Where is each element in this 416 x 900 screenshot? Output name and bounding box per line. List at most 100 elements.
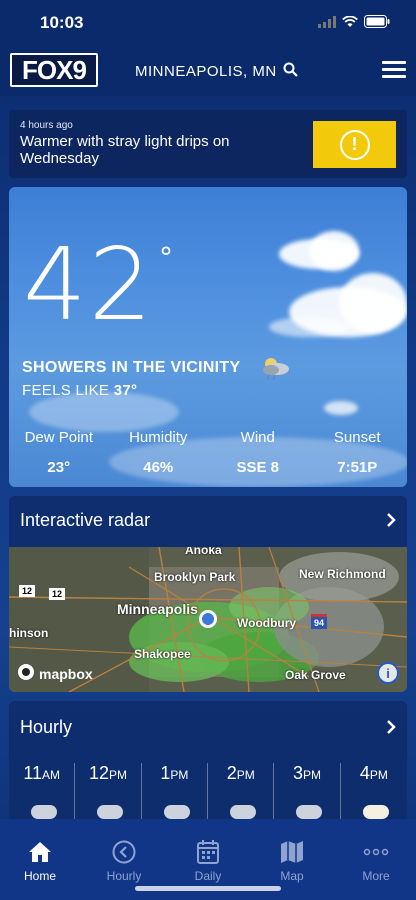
degree-symbol: ° — [159, 241, 173, 274]
hour-ampm: PM — [236, 768, 255, 782]
home-indicator — [135, 886, 281, 891]
hamburger-menu-icon[interactable] — [382, 61, 406, 79]
tab-label: More — [362, 869, 390, 883]
tab-label: Map — [280, 869, 304, 883]
cloud-icon — [230, 805, 257, 819]
tab-map[interactable]: Map — [257, 839, 327, 883]
mapbox-logo-icon — [17, 663, 35, 684]
radar-card[interactable]: Interactive radar Anoka Brooklyn Park Ne… — [9, 496, 407, 692]
cloud-decoration — [339, 273, 407, 333]
route-shield: 12 — [19, 585, 36, 597]
hour-item[interactable]: 3PM — [274, 763, 341, 823]
map-label-brooklyn-park: Brooklyn Park — [154, 570, 236, 584]
alert-card[interactable]: 4 hours ago Warmer with stray light drip… — [9, 110, 407, 178]
hour-number: 4 — [359, 763, 370, 783]
stat-dew-point: Dew Point 23° — [9, 429, 109, 476]
radar-map[interactable]: Anoka Brooklyn Park New Richmond Minneap… — [9, 547, 407, 692]
map-label-oak-grove: Oak Grove — [285, 668, 346, 682]
home-icon — [5, 839, 75, 865]
current-location-dot — [199, 610, 217, 628]
more-dots-icon — [341, 839, 411, 865]
hour-number: 1 — [160, 763, 171, 783]
mapbox-label: mapbox — [39, 665, 93, 682]
stat-label: Humidity — [129, 429, 188, 446]
logo-text: FOX9 — [12, 55, 96, 85]
calendar-icon — [173, 839, 243, 865]
hourly-card[interactable]: Hourly 11AM 12PM 1PM 2PM 3PM 4PM — [9, 701, 407, 831]
map-label-new-richmond: New Richmond — [299, 567, 386, 581]
alert-timestamp: 4 hours ago — [20, 120, 73, 131]
stat-label: Dew Point — [24, 429, 93, 446]
hour-item[interactable]: 11AM — [9, 763, 76, 823]
tab-label: Home — [23, 869, 56, 883]
feels-like: FEELS LIKE 37° — [22, 382, 137, 399]
fox9-logo[interactable]: FOX9 — [10, 53, 98, 87]
hour-ampm: PM — [369, 768, 388, 782]
stat-value: 46% — [143, 459, 174, 476]
hour-item[interactable]: 1PM — [142, 763, 209, 823]
tab-label: Daily — [194, 869, 222, 883]
tab-label: Hourly — [106, 869, 142, 883]
hour-ampm: PM — [109, 768, 128, 782]
tab-hourly[interactable]: Hourly — [89, 839, 159, 883]
cloud-icon — [296, 805, 323, 819]
alert-exclamation-icon: ! — [339, 129, 370, 160]
hour-number: 3 — [293, 763, 304, 783]
cloud-decoration — [269, 317, 349, 337]
app-header: FOX9 MINNEAPOLIS, MN — [0, 46, 416, 96]
feels-like-value: 37° — [113, 382, 138, 399]
map-label-woodbury: Woodbury — [237, 616, 297, 630]
map-label-hinson: hinson — [9, 626, 49, 640]
search-icon[interactable] — [283, 62, 298, 81]
stat-value: SSE 8 — [236, 459, 280, 476]
signal-icon — [318, 15, 336, 33]
hour-number: 2 — [226, 763, 237, 783]
wifi-icon — [342, 15, 358, 33]
condition-text: SHOWERS IN THE VICINITY — [22, 359, 241, 376]
map-icon — [257, 839, 327, 865]
clock-back-icon — [89, 839, 159, 865]
map-label-anoka: Anoka — [185, 547, 222, 557]
map-label-minneapolis: Minneapolis — [117, 601, 198, 617]
stat-value: 7:51P — [337, 459, 378, 476]
radar-title: Interactive radar — [20, 510, 151, 530]
sun-icon — [362, 805, 389, 819]
cloud-icon — [97, 805, 124, 819]
stat-wind: Wind SSE 8 — [208, 429, 308, 476]
location-label: MINNEAPOLIS, MN — [135, 63, 277, 80]
hour-ampm: PM — [303, 768, 322, 782]
location-selector[interactable]: MINNEAPOLIS, MN — [135, 62, 298, 81]
stat-humidity: Humidity 46% — [109, 429, 209, 476]
route-shield: 12 — [49, 588, 66, 600]
status-time: 10:03 — [40, 13, 84, 32]
map-label-shakopee: Shakopee — [134, 647, 191, 661]
status-icons — [318, 15, 390, 33]
alert-button[interactable]: ! — [313, 121, 396, 168]
stat-value: 23° — [47, 459, 71, 476]
stat-label: Wind — [240, 429, 275, 446]
conditions-stats: Dew Point 23° Humidity 46% Wind SSE 8 Su… — [9, 429, 407, 476]
info-icon[interactable]: i — [377, 662, 399, 684]
tab-daily[interactable]: Daily — [173, 839, 243, 883]
tab-more[interactable]: More — [341, 839, 411, 883]
hour-ampm: AM — [42, 768, 61, 782]
stat-label: Sunset — [333, 429, 381, 446]
tab-home[interactable]: Home — [5, 839, 75, 883]
hour-item[interactable]: 2PM — [208, 763, 275, 823]
stat-sunset: Sunset 7:51P — [308, 429, 408, 476]
alert-headline: Warmer with stray light drips on Wednesd… — [20, 133, 230, 167]
hourly-title: Hourly — [20, 717, 73, 737]
current-temperature: 42 — [23, 226, 155, 343]
feels-like-label: FEELS LIKE — [22, 382, 110, 399]
mapbox-attribution[interactable]: mapbox — [17, 663, 93, 684]
hour-item[interactable]: 12PM — [75, 763, 142, 823]
hour-number: 12 — [89, 763, 110, 783]
cloud-decoration — [309, 231, 359, 271]
hourly-list: 11AM 12PM 1PM 2PM 3PM 4PM — [9, 763, 407, 823]
hour-item[interactable]: 4PM — [341, 763, 407, 823]
chevron-right-icon[interactable] — [386, 719, 396, 740]
cloud-decoration — [324, 401, 358, 415]
chevron-right-icon[interactable] — [386, 512, 396, 533]
current-conditions-card[interactable]: 42 ° SHOWERS IN THE VICINITY FEELS LIKE … — [9, 187, 407, 487]
status-bar: 10:03 — [0, 0, 416, 46]
